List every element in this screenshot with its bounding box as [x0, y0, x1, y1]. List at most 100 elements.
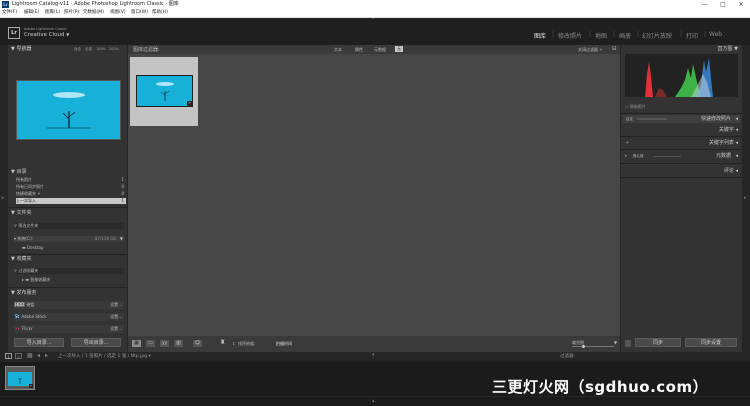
menu-photo[interactable]: 照片(P)	[64, 9, 79, 17]
tree-photo-icon	[156, 82, 174, 101]
keyword-add-icon[interactable]: +	[625, 139, 629, 147]
module-library[interactable]: 图库	[534, 31, 546, 40]
module-separator: |	[613, 31, 616, 38]
volume-menu-icon[interactable]: ▼	[120, 236, 123, 242]
thumbnail-size-slider[interactable]	[572, 346, 614, 347]
menu-edit[interactable]: 编辑(E)	[24, 9, 39, 17]
thumbnail-slider-handle[interactable]	[582, 345, 585, 348]
left-panel: ▼ 导航器 适合 全部 100% 200% ▼ 目录 所有照片 1 所有已同步照片…	[8, 45, 127, 352]
export-button[interactable]: 导出目录...	[71, 338, 121, 347]
catalog-item-all[interactable]: 所有照片 1	[16, 177, 126, 183]
sync-button[interactable]: 同步	[635, 338, 681, 347]
filmstrip-toggle-icon[interactable]: ▴	[372, 398, 375, 404]
publish-flickr[interactable]: •• Flickr 设置...	[14, 325, 124, 333]
grid-icon[interactable]: ▦	[27, 352, 33, 359]
quick-develop-header[interactable]: 自定 快速修改照片 ◂	[623, 115, 740, 123]
module-slideshow[interactable]: 幻灯片放映	[642, 31, 672, 40]
comments-header[interactable]: 评论 ◂	[724, 167, 738, 175]
filmstrip-cell[interactable]: ↗	[5, 366, 35, 390]
filmstrip-tab-2[interactable]: 2	[15, 353, 22, 359]
search-icon: ⚲	[14, 223, 17, 228]
histogram-header[interactable]: 直方图 ▼	[718, 45, 738, 53]
close-button[interactable]: ✕	[732, 0, 750, 9]
metadata-preset[interactable]: 默认值	[633, 154, 644, 159]
import-button[interactable]: 导入目录...	[14, 338, 64, 347]
forward-arrow-icon[interactable]: ▸	[45, 352, 48, 359]
left-panel-toggle-icon[interactable]: ◂	[1, 195, 4, 201]
keyword-list-header[interactable]: 关键字列表 ◂	[709, 139, 738, 147]
keywording-header[interactable]: 关键字 ◂	[719, 126, 738, 134]
nav-zoom-fill[interactable]: 全部	[85, 47, 92, 52]
menu-metadata[interactable]: 元数据(M)	[83, 9, 104, 17]
maximize-button[interactable]: □	[714, 0, 732, 9]
filter-attribute[interactable]: 属性	[355, 47, 363, 53]
minimize-button[interactable]: —	[696, 0, 714, 9]
brand-caret-icon[interactable]: ▼	[66, 32, 69, 37]
volume-row[interactable]: ▾ 系统(C:) 87/118 GB ▼	[14, 236, 124, 242]
folder-desktop[interactable]: ▬ Desktop	[22, 245, 124, 251]
filter-preset-dropdown[interactable]: 关闭过滤器 ÷	[578, 47, 603, 53]
menu-view[interactable]: 视图(V)	[110, 9, 126, 17]
filter-metadata[interactable]: 元数据	[374, 47, 386, 53]
painter-icon[interactable]: ♜	[220, 339, 225, 346]
toolbar-menu-icon[interactable]: ▼	[614, 340, 617, 345]
grid-thumbnail[interactable]: ↗	[136, 75, 193, 107]
catalog-item-quick[interactable]: 快捷收藏夹 +0	[16, 191, 126, 197]
back-arrow-icon[interactable]: ◂	[37, 352, 40, 359]
sync-settings-button[interactable]: 同步设置	[685, 338, 737, 347]
quick-develop-preset[interactable]	[637, 118, 667, 120]
collections-filter[interactable]: ⚲ 过滤收藏夹	[14, 268, 124, 274]
filter-text[interactable]: 文本	[334, 47, 342, 53]
filmstrip-filter-label: 过滤器:	[560, 354, 576, 359]
metadata-menu-icon[interactable]: ▾	[625, 154, 627, 158]
lock-icon[interactable]: ⊟	[612, 46, 616, 52]
grid-view-icon[interactable]: ▦	[132, 340, 141, 347]
collections-header[interactable]: ▼ 收藏夹	[11, 255, 31, 263]
metadata-title: 元数据	[715, 153, 731, 159]
compare-view-icon[interactable]: XY	[160, 340, 169, 347]
navigator-header[interactable]: ▼ 导航器	[11, 45, 31, 53]
module-book[interactable]: 画册	[619, 31, 631, 40]
sort-dropdown[interactable]: 拍摄时间	[276, 341, 292, 347]
survey-view-icon[interactable]: ▥	[174, 340, 183, 347]
grid-cell[interactable]: ↗	[130, 57, 198, 126]
module-map[interactable]: 地图	[595, 31, 607, 40]
badge-icon: ↗	[187, 101, 192, 106]
catalog-item-last-import[interactable]: 上一次导入 1	[16, 198, 126, 204]
badge-icon: ↗	[29, 384, 33, 388]
nav-zoom-200[interactable]: 200%	[109, 47, 119, 51]
filmstrip-tab-1[interactable]: 1	[5, 353, 12, 359]
menu-window[interactable]: 窗口(W)	[131, 9, 148, 17]
catalog-item-synced[interactable]: 所有已同步照片 0	[16, 184, 126, 190]
brand-big: Creative Cloud ▼	[24, 32, 70, 38]
catalog-header[interactable]: ▼ 目录	[11, 168, 26, 176]
flickr-icon: ••	[15, 326, 20, 331]
nav-zoom-100[interactable]: 100%	[96, 47, 106, 51]
divider	[621, 136, 742, 137]
navigator-preview[interactable]	[16, 80, 121, 140]
original-photo-checkbox[interactable]: ☐ 原始照片	[625, 104, 646, 110]
menu-library[interactable]: 图库(L)	[45, 9, 60, 17]
publish-header[interactable]: ▼ 发布服务	[11, 289, 36, 297]
sync-switch[interactable]	[625, 340, 631, 347]
folders-header[interactable]: ▼ 文件夹	[11, 209, 31, 217]
bottom-panel-toggle-icon[interactable]: ▾	[372, 352, 375, 358]
sort-direction-icon[interactable]: ↕	[232, 341, 235, 346]
nav-zoom-fit[interactable]: 适合	[74, 47, 81, 52]
right-panel-toggle-icon[interactable]: ▸	[744, 195, 747, 201]
module-web[interactable]: Web	[709, 31, 722, 38]
folders-filter[interactable]: ⚲ 筛选文件夹	[14, 223, 124, 229]
filter-none[interactable]: 无	[395, 46, 403, 52]
menu-help[interactable]: 帮助(H)	[152, 9, 168, 17]
module-print[interactable]: 打印	[686, 31, 698, 40]
menu-file[interactable]: 文件(F)	[2, 9, 17, 17]
filmstrip-source-label: 上一次导入 / 1 张照片 / 选定 1 张 / Ntp.jpg ▾	[58, 354, 151, 359]
smart-collections[interactable]: ▸ ▬ 智能收藏夹	[22, 277, 124, 283]
metadata-header[interactable]: ▾ 默认值 元数据 ◂	[623, 152, 740, 161]
bottom-edge: ▴	[0, 397, 750, 406]
publish-stock[interactable]: St Adobe Stock 设置...	[14, 313, 124, 321]
loupe-view-icon[interactable]: ▭	[146, 340, 155, 347]
people-view-icon[interactable]: ☺	[193, 340, 202, 347]
publish-hdd[interactable]: HDD 硬盘 设置...	[14, 301, 124, 309]
module-develop[interactable]: 修改照片	[558, 31, 582, 40]
